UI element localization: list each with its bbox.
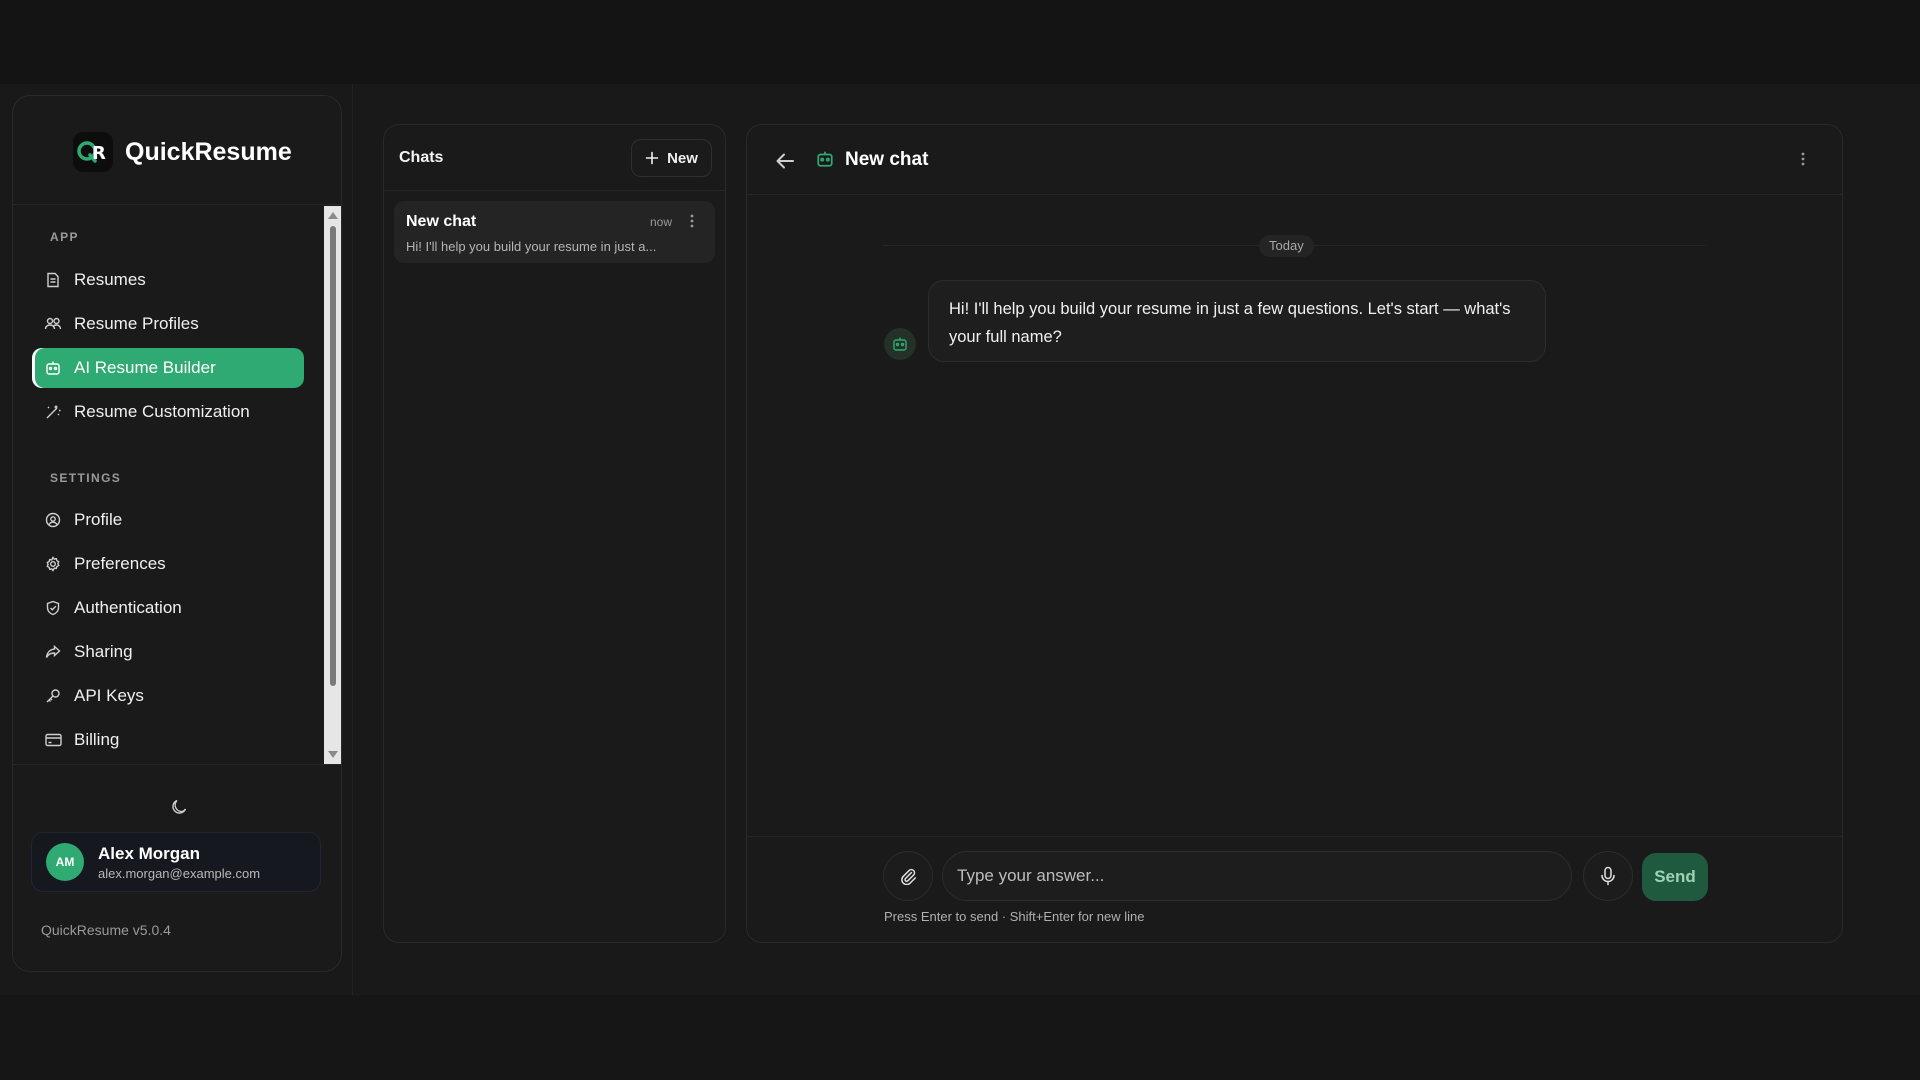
- sidebar-item-label: Resume Profiles: [74, 314, 199, 333]
- sidebar-item-label: Billing: [74, 730, 120, 749]
- date-label: Today: [1259, 235, 1314, 257]
- new-chat-label: New: [667, 149, 698, 167]
- bot-icon: [893, 337, 907, 351]
- plus-icon: [645, 151, 659, 165]
- sidebar-item-preferences[interactable]: Preferences: [32, 544, 304, 584]
- user-card[interactable]: AM Alex Morgan alex.morgan@example.com: [31, 832, 321, 892]
- user-info: Alex Morgan alex.morgan@example.com: [98, 844, 260, 881]
- sidebar-item-billing[interactable]: Billing: [32, 720, 304, 760]
- bot-icon: [44, 359, 62, 377]
- sidebar-footer-divider: [13, 764, 341, 765]
- conversation-panel: New chat Today Hi! I'll help you build y…: [746, 124, 1843, 943]
- arrow-left-icon: [776, 153, 794, 169]
- sidebar-item-label: Authentication: [74, 598, 182, 617]
- document-icon: [44, 271, 62, 289]
- app-version: QuickResume v5.0.4: [41, 922, 171, 938]
- user-circle-icon: [44, 511, 62, 529]
- sidebar-item-label: Preferences: [74, 554, 166, 573]
- user-name: Alex Morgan: [98, 843, 201, 863]
- scrollbar-thumb[interactable]: [330, 226, 336, 686]
- chats-panel: Chats New New chat now Hi! I'll help you…: [383, 124, 726, 943]
- sidebar-item-label: AI Resume Builder: [74, 358, 216, 377]
- users-icon: [44, 315, 62, 333]
- sidebar-item-label: Sharing: [74, 642, 133, 661]
- magic-wand-icon: [44, 403, 62, 421]
- sidebar-scrollbar[interactable]: [324, 206, 341, 764]
- more-options-icon[interactable]: [1801, 151, 1807, 171]
- bot-icon: [816, 150, 836, 170]
- sidebar-item-authentication[interactable]: Authentication: [32, 588, 304, 628]
- credit-card-icon: [44, 731, 62, 749]
- chat-item-preview: Hi! I'll help you build your resume in j…: [406, 239, 657, 254]
- shield-icon: [44, 599, 62, 617]
- bottom-band: [0, 995, 1920, 1080]
- back-button[interactable]: [773, 149, 797, 173]
- sidebar-item-profile[interactable]: Profile: [32, 500, 304, 540]
- section-label-app: APP: [50, 230, 79, 244]
- chat-list-item[interactable]: New chat now Hi! I'll help you build you…: [394, 201, 715, 263]
- conversation-title: New chat: [845, 149, 929, 170]
- sidebar-item-sharing[interactable]: Sharing: [32, 632, 304, 672]
- sidebar-nav: APP Resumes Resume Profiles AI Resume Bu…: [13, 204, 323, 762]
- bot-message-bubble: Hi! I'll help you build your resume in j…: [928, 280, 1546, 362]
- sidebar: R QuickResume APP Resumes Resume Profile…: [12, 95, 342, 972]
- sidebar-item-label: Profile: [74, 510, 123, 529]
- new-chat-button[interactable]: New: [631, 139, 712, 177]
- sidebar-item-resume-profiles[interactable]: Resume Profiles: [32, 304, 304, 344]
- chat-item-time: now: [650, 215, 673, 229]
- attach-button[interactable]: [883, 851, 933, 901]
- share-icon: [44, 643, 62, 661]
- brand-name: QuickResume: [125, 137, 292, 166]
- answer-input[interactable]: [942, 851, 1572, 901]
- sidebar-item-resume-customization[interactable]: Resume Customization: [32, 392, 304, 432]
- sidebar-item-label: Resumes: [74, 270, 146, 289]
- chats-title: Chats: [399, 149, 444, 166]
- microphone-button[interactable]: [1583, 851, 1633, 901]
- composer-divider: [747, 836, 1842, 837]
- chat-item-more-icon[interactable]: [690, 213, 694, 231]
- quickresume-logo-icon: R: [73, 132, 113, 172]
- sidebar-item-api-keys[interactable]: API Keys: [32, 676, 304, 716]
- moon-icon: [172, 799, 187, 814]
- scroll-up-arrow-icon[interactable]: [328, 212, 338, 219]
- paperclip-icon: [901, 868, 917, 885]
- svg-text:R: R: [92, 143, 106, 164]
- section-label-settings: SETTINGS: [50, 471, 122, 485]
- microphone-icon: [1601, 866, 1615, 886]
- top-band: [0, 0, 1920, 84]
- chat-item-name: New chat: [406, 213, 477, 230]
- gear-icon: [44, 555, 62, 573]
- user-email: alex.morgan@example.com: [98, 865, 261, 881]
- sidebar-item-resumes[interactable]: Resumes: [32, 260, 304, 300]
- avatar: AM: [46, 843, 84, 881]
- theme-toggle-button[interactable]: [168, 796, 190, 818]
- key-icon: [44, 687, 62, 705]
- vertical-divider: [352, 84, 353, 995]
- conversation-header: New chat: [747, 125, 1842, 195]
- brand[interactable]: R QuickResume: [73, 132, 292, 172]
- sidebar-item-label: Resume Customization: [74, 402, 250, 421]
- chats-divider: [384, 190, 725, 191]
- date-separator: Today: [883, 235, 1705, 257]
- bot-avatar: [884, 328, 916, 360]
- sidebar-item-label: API Keys: [74, 686, 144, 705]
- composer-hint: Press Enter to send · Shift+Enter for ne…: [884, 909, 1145, 924]
- scroll-down-arrow-icon[interactable]: [328, 751, 338, 758]
- send-button[interactable]: Send: [1642, 853, 1708, 901]
- sidebar-item-ai-resume-builder[interactable]: AI Resume Builder: [32, 348, 304, 388]
